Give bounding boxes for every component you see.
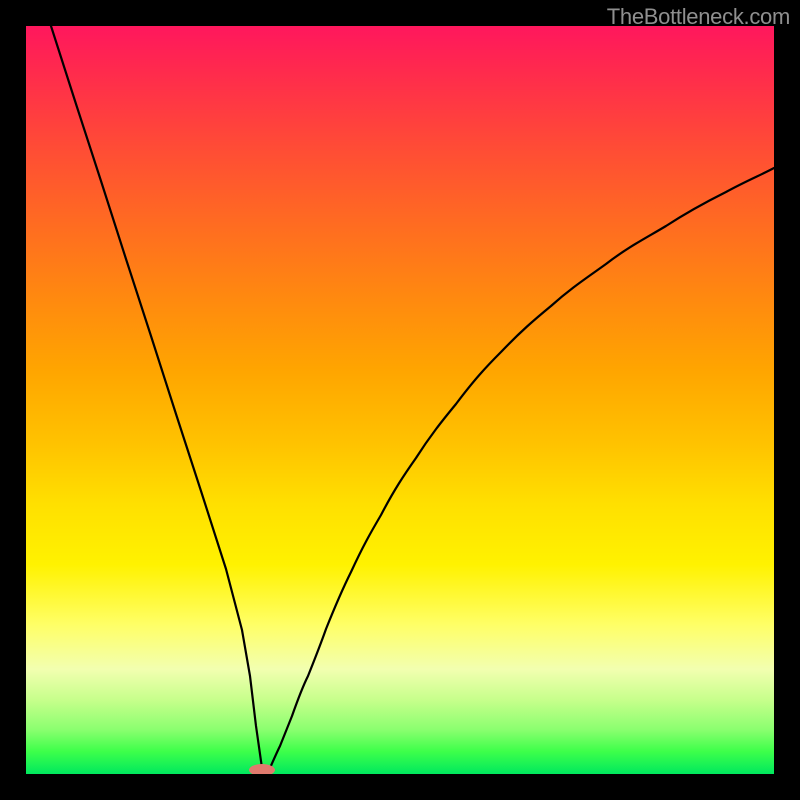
plot-area [26, 26, 774, 774]
bottleneck-curve [51, 26, 774, 768]
attribution-text: TheBottleneck.com [607, 4, 790, 30]
chart-svg [26, 26, 774, 774]
outer-frame: TheBottleneck.com [0, 0, 800, 800]
